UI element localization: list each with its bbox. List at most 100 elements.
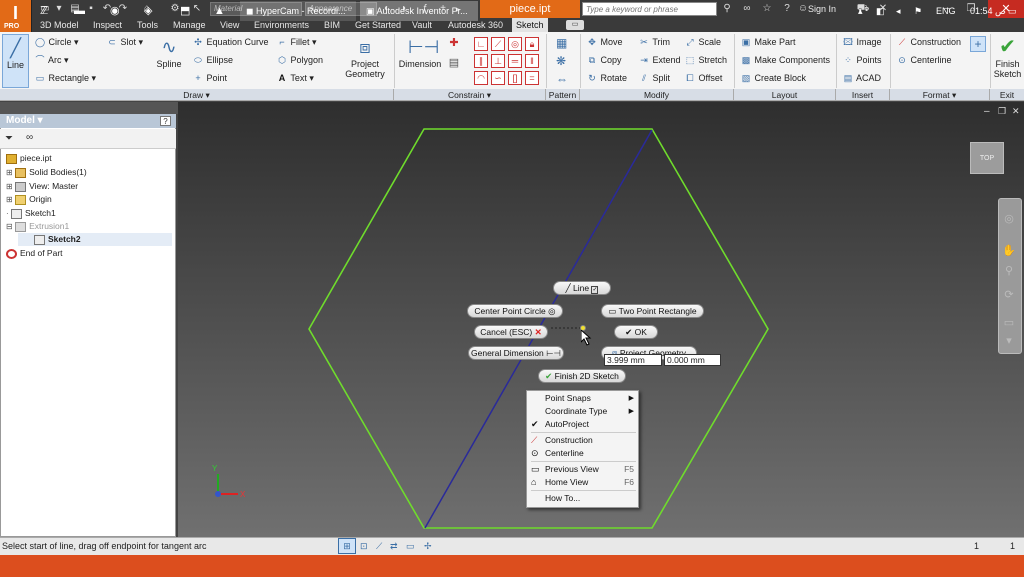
circular-pattern-icon[interactable]: ❋	[556, 54, 566, 68]
parallel-constraint-icon[interactable]: ∥	[474, 54, 488, 68]
snap-icon[interactable]: ✢	[424, 538, 432, 554]
taskbar-hypercam[interactable]: ◼ HyperCam - Recordi...	[240, 1, 356, 21]
concentric-constraint-icon[interactable]: ◎	[508, 37, 522, 51]
canvas-restore-icon[interactable]: ❐	[998, 106, 1006, 117]
browser-icon[interactable]: ◉	[110, 1, 120, 21]
make-components-button[interactable]: ▩ Make Components	[740, 53, 830, 67]
tree-item-end-of-part[interactable]: End of Part	[6, 247, 63, 260]
tree-item-sketch2[interactable]: Sketch2	[34, 233, 81, 246]
filezilla-icon[interactable]: ℤ	[40, 1, 48, 21]
menu-item-construction[interactable]: ⟋ Construction	[527, 434, 638, 447]
menu-item-centerline[interactable]: ⊙ Centerline	[527, 447, 638, 460]
project-geometry-button[interactable]: ⧈ Project Geometry	[342, 34, 388, 79]
menu-item-point-snaps[interactable]: Point Snaps ▶	[527, 392, 638, 405]
search-input[interactable]	[582, 2, 717, 16]
marking-general-dimension-button[interactable]: General Dimension ⊢⊣	[468, 346, 564, 360]
clock[interactable]: 01:54 ص	[970, 1, 1006, 21]
tree-item-piece[interactable]: piece.ipt	[6, 152, 52, 165]
save-icon[interactable]: ▪	[84, 2, 98, 16]
copy-button[interactable]: ⧉ Copy	[586, 53, 622, 67]
coincident-constraint-icon[interactable]: ∟	[474, 37, 488, 51]
find-icon[interactable]: ∞	[26, 132, 33, 143]
view-cube[interactable]: TOP	[970, 142, 1004, 174]
dimension-button[interactable]: ⊢⊣ Dimension	[398, 34, 442, 69]
tree-item-origin[interactable]: ⊞ Origin	[6, 193, 52, 206]
equation-curve-button[interactable]: ✣ Equation Curve	[192, 35, 268, 49]
app-logo-button[interactable]: I PRO	[0, 0, 32, 32]
fix-constraint-icon[interactable]: 🔒︎	[525, 37, 539, 51]
point-button[interactable]: + Point	[192, 71, 227, 85]
tray-arrow-icon[interactable]: ▴	[858, 1, 863, 21]
arc-button[interactable]: ⌒ Arc ▾	[34, 53, 68, 67]
image-button[interactable]: 🖾︎ Image	[842, 35, 881, 49]
spline-button[interactable]: ∿ Spline	[150, 34, 188, 69]
horizontal-constraint-icon[interactable]: ═	[508, 54, 522, 68]
group-constrain[interactable]: Constrain ▾	[394, 89, 546, 101]
dof-display-icon[interactable]: ⇄	[390, 538, 398, 554]
menu-item-how-to[interactable]: How To...	[527, 492, 638, 505]
search-icon[interactable]: ⚲	[720, 2, 734, 16]
pan-icon[interactable]: ✋	[997, 244, 1021, 260]
model-browser-header[interactable]: Model ▾	[0, 114, 176, 128]
symmetric-constraint-icon[interactable]: []	[508, 71, 522, 85]
group-format[interactable]: Format ▾	[890, 89, 990, 101]
binoculars-icon[interactable]: ∞	[740, 2, 754, 16]
language-indicator[interactable]: ENG	[936, 1, 956, 21]
marking-cancel-button[interactable]: Cancel (ESC) ✕	[474, 325, 548, 339]
scale-button[interactable]: ⤢ Scale	[684, 35, 721, 49]
marking-center-point-circle-button[interactable]: Center Point Circle ◎	[467, 304, 563, 318]
marking-line-button[interactable]: ╱ Line ✓	[553, 281, 611, 295]
tree-item-extrusion1[interactable]: ⊟ Extrusion1	[6, 220, 69, 233]
help-icon[interactable]: ?	[780, 2, 794, 16]
move-button[interactable]: ✥ Move	[586, 35, 622, 49]
show-constraints-icon[interactable]: ▤	[446, 56, 462, 72]
construction-button[interactable]: ⟋ Construction	[896, 35, 961, 49]
canvas-close-icon[interactable]: ✕	[1012, 106, 1020, 117]
ellipse-button[interactable]: ⬭ Ellipse	[192, 53, 233, 67]
select-icon[interactable]: ↖	[190, 2, 204, 16]
center-point-icon[interactable]: +	[970, 36, 986, 52]
sign-in-link[interactable]: Sign In	[808, 2, 836, 16]
marking-finish-sketch-button[interactable]: ✔ Finish 2D Sketch	[538, 369, 626, 383]
ribbon-toggle-icon[interactable]: ▭	[566, 20, 584, 30]
split-button[interactable]: ⫽ Split	[638, 71, 670, 85]
constraint-display-icon[interactable]: ⟋	[376, 538, 382, 554]
rotate-button[interactable]: ↻ Rotate	[586, 71, 627, 85]
canvas-minimize-icon[interactable]: –	[984, 106, 990, 117]
file-explorer-icon[interactable]: ▬	[74, 1, 85, 21]
menu-item-autoproject[interactable]: ✔ AutoProject	[527, 418, 638, 431]
stretch-button[interactable]: ⬚ Stretch	[684, 53, 727, 67]
perpendicular-constraint-icon[interactable]: ⊥	[491, 54, 505, 68]
collinear-constraint-icon[interactable]: ⟋	[491, 37, 505, 51]
angle-input[interactable]: 0.000 mm	[664, 354, 721, 366]
length-input[interactable]: 3.999 mm	[604, 354, 662, 366]
vlc-icon[interactable]: ▲	[214, 1, 225, 21]
text-button[interactable]: A Text ▾	[276, 71, 314, 85]
offset-button[interactable]: ⧠ Offset	[684, 71, 722, 85]
menu-item-previous-view[interactable]: ▭ Previous View F5	[527, 463, 638, 476]
make-part-button[interactable]: ▣ Make Part	[740, 35, 796, 49]
app2-icon[interactable]: ⬒	[180, 1, 190, 21]
vertical-constraint-icon[interactable]: ‖	[525, 54, 539, 68]
tree-item-view-master[interactable]: ⊞ View: Master	[6, 180, 78, 193]
marking-two-point-rectangle-button[interactable]: ▭ Two Point Rectangle	[601, 304, 704, 318]
tree-item-solid-bodies[interactable]: ⊞ Solid Bodies(1)	[6, 166, 87, 179]
inference-icon[interactable]: ▭	[406, 538, 415, 554]
menu-item-home-view[interactable]: ⌂ Home View F6	[527, 476, 638, 489]
notifications-icon[interactable]: ▭	[1008, 1, 1017, 21]
group-draw[interactable]: Draw ▾	[0, 89, 394, 101]
tray-flag-icon[interactable]: ⚑	[914, 1, 922, 21]
finish-sketch-button[interactable]: ✔ Finish Sketch	[991, 34, 1024, 79]
tab-sketch[interactable]: Sketch	[512, 18, 548, 32]
constraint-settings-icon[interactable]: ✚	[446, 36, 462, 52]
app-icon[interactable]: ◈	[144, 1, 152, 21]
centerline-button[interactable]: ⊙ Centerline	[896, 53, 951, 67]
tray-network-icon[interactable]: ◧	[876, 1, 885, 21]
filter-icon[interactable]: ⏷	[5, 133, 13, 144]
points-button[interactable]: ⁘ Points	[842, 53, 881, 67]
slot-button[interactable]: ⊂ Slot ▾	[106, 35, 143, 49]
tree-item-sketch1[interactable]: · Sketch1	[6, 207, 56, 220]
zoom-icon[interactable]: ⚲	[997, 264, 1021, 280]
taskbar-inventor[interactable]: ▣ Autodesk Inventor Pr...	[360, 1, 478, 21]
marking-ok-button[interactable]: ✔ OK	[614, 325, 658, 339]
